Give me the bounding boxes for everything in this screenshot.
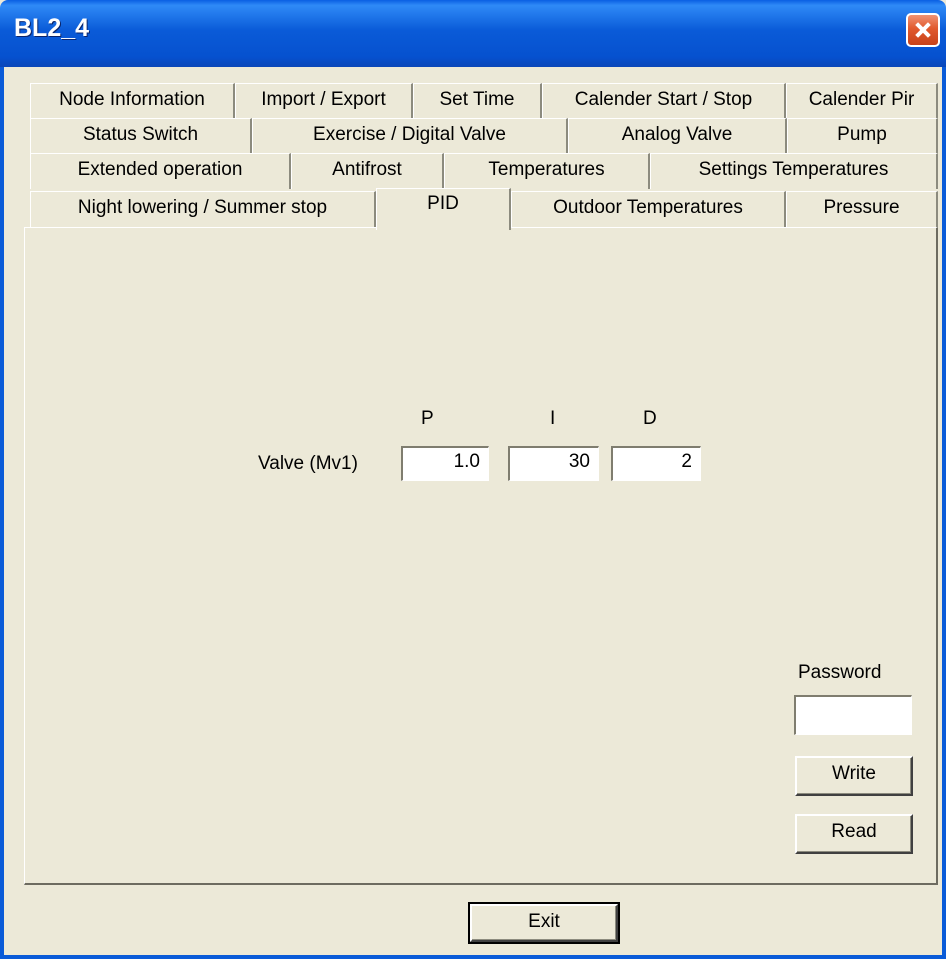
tab-calender-start-stop[interactable]: Calender Start / Stop [542,83,786,119]
dialog-window: BL2_4 Node Information Import / Export S… [0,0,946,959]
read-button[interactable]: Read [795,814,913,854]
tab-antifrost[interactable]: Antifrost [291,153,444,189]
window-frame-bottom [0,955,946,959]
tab-temperatures[interactable]: Temperatures [444,153,650,189]
tab-status-switch[interactable]: Status Switch [30,118,252,154]
column-label-p: P [421,408,434,429]
tab-night-lowering-summer-stop[interactable]: Night lowering / Summer stop [30,191,376,228]
tab-import-export[interactable]: Import / Export [235,83,413,119]
window-frame-left [0,67,4,959]
close-icon[interactable] [906,13,940,47]
password-input[interactable] [794,695,912,735]
tab-pressure[interactable]: Pressure [786,191,938,228]
title-bar[interactable]: BL2_4 [0,0,946,67]
d-value-field[interactable]: 2 [611,446,701,481]
tab-analog-valve[interactable]: Analog Valve [568,118,787,154]
tab-calender-pir[interactable]: Calender Pir [786,83,938,119]
tab-outdoor-temperatures[interactable]: Outdoor Temperatures [511,191,786,228]
window-title: BL2_4 [14,14,90,42]
tab-pid[interactable]: PID [376,188,511,230]
p-value-field[interactable]: 1.0 [401,446,489,481]
tab-exercise-digital-valve[interactable]: Exercise / Digital Valve [252,118,568,154]
window-frame-right [942,67,946,959]
column-label-i: I [550,408,556,429]
valve-mv1-label: Valve (Mv1) [258,453,358,474]
i-value-field[interactable]: 30 [508,446,599,481]
password-label: Password [798,662,882,683]
exit-button[interactable]: Exit [468,902,620,944]
write-button[interactable]: Write [795,756,913,796]
tab-extended-operation[interactable]: Extended operation [30,153,291,189]
pid-tab-panel: P I D Valve (Mv1) 1.0 30 2 Password Writ… [24,227,938,885]
tab-node-information[interactable]: Node Information [30,83,235,119]
tab-set-time[interactable]: Set Time [413,83,542,119]
tab-pump[interactable]: Pump [787,118,938,154]
tab-settings-temperatures[interactable]: Settings Temperatures [650,153,938,189]
column-label-d: D [643,408,657,429]
